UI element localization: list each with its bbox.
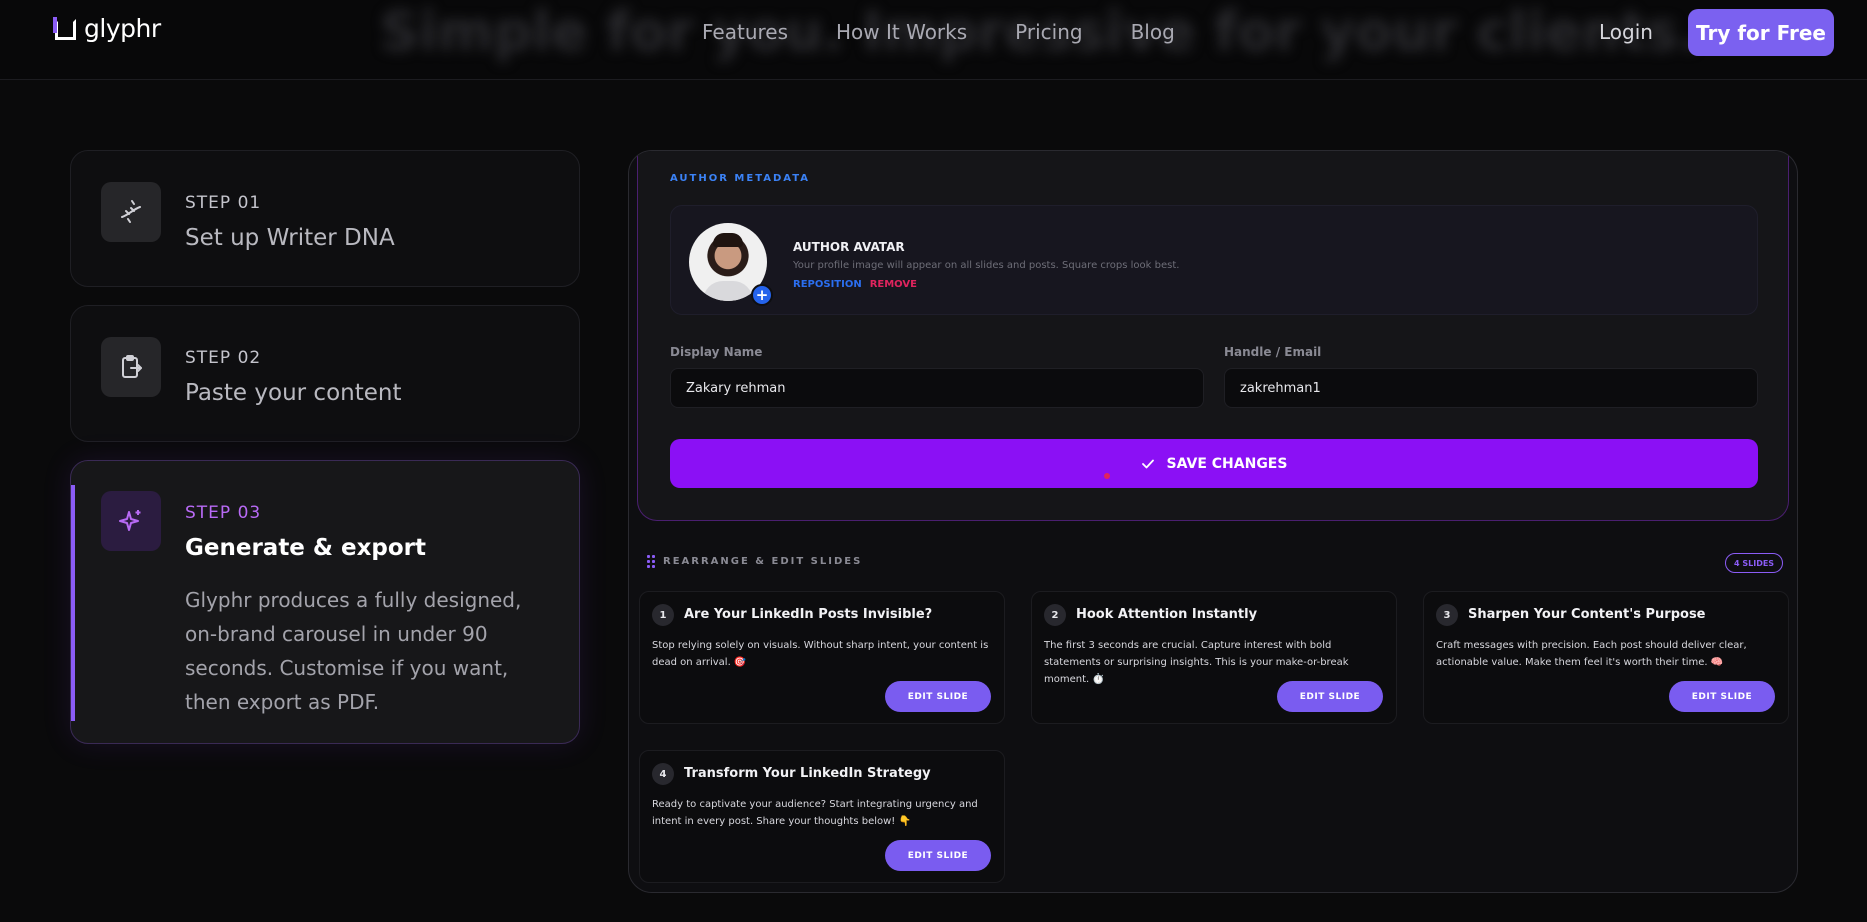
top-nav: glyphr Simple for you. Impressive for yo… bbox=[0, 0, 1867, 80]
rearrange-title: REARRANGE & EDIT SLIDES bbox=[663, 555, 863, 567]
avatar-actions: REPOSITION REMOVE bbox=[793, 279, 917, 290]
cursor-dot bbox=[1104, 473, 1110, 479]
slide-number: 1 bbox=[652, 604, 674, 626]
logo[interactable]: glyphr bbox=[53, 14, 161, 43]
step-title: Paste your content bbox=[185, 380, 402, 406]
save-changes-button[interactable]: SAVE CHANGES bbox=[670, 439, 1758, 488]
edit-slide-button[interactable]: EDIT SLIDE bbox=[1669, 681, 1775, 712]
section-label: AUTHOR METADATA bbox=[670, 173, 811, 184]
step-number: STEP 02 bbox=[185, 348, 262, 368]
display-name-field[interactable]: Zakary rehman bbox=[670, 368, 1204, 408]
step-title: Generate & export bbox=[185, 535, 427, 561]
edit-slide-button[interactable]: EDIT SLIDE bbox=[885, 840, 991, 871]
slide-card-4[interactable]: 4 Transform Your LinkedIn Strategy Ready… bbox=[639, 750, 1005, 883]
author-metadata-section: AUTHOR METADATA + AUTHOR AVATAR Your pro… bbox=[637, 151, 1789, 521]
drag-grip-icon bbox=[647, 555, 655, 568]
slide-title: Sharpen Your Content's Purpose bbox=[1468, 607, 1706, 622]
carousel-editor-panel: AUTHOR METADATA + AUTHOR AVATAR Your pro… bbox=[628, 150, 1798, 893]
step-card-3[interactable]: STEP 03 Generate & export Glyphr produce… bbox=[70, 460, 580, 744]
sparkle-icon bbox=[119, 510, 141, 531]
step-title: Set up Writer DNA bbox=[185, 225, 395, 251]
handle-label: Handle / Email bbox=[1224, 345, 1322, 359]
step-description: Glyphr produces a fully designed, on-bra… bbox=[185, 588, 522, 714]
nav-link-blog[interactable]: Blog bbox=[1131, 20, 1175, 44]
step-card-2[interactable]: STEP 02 Paste your content bbox=[70, 305, 580, 442]
dna-icon bbox=[121, 200, 141, 223]
slide-card-2[interactable]: 2 Hook Attention Instantly The first 3 s… bbox=[1031, 591, 1397, 724]
reposition-button[interactable]: REPOSITION bbox=[793, 279, 862, 290]
slide-description: Ready to captivate your audience? Start … bbox=[652, 799, 978, 827]
slide-description: Craft messages with precision. Each post… bbox=[1436, 640, 1747, 668]
display-name-label: Display Name bbox=[670, 345, 763, 359]
active-step-indicator bbox=[71, 485, 75, 721]
step-icon-box bbox=[101, 182, 161, 242]
slide-title: Transform Your LinkedIn Strategy bbox=[684, 766, 931, 781]
avatar-title: AUTHOR AVATAR bbox=[793, 240, 905, 254]
clipboard-export-icon bbox=[122, 355, 142, 378]
step-icon-box bbox=[101, 337, 161, 397]
nav-links: Features How It Works Pricing Blog bbox=[702, 20, 1175, 44]
slide-title: Are Your LinkedIn Posts Invisible? bbox=[684, 607, 933, 622]
try-for-free-button[interactable]: Try for Free bbox=[1688, 9, 1834, 56]
rearrange-header: REARRANGE & EDIT SLIDES bbox=[647, 555, 863, 568]
nav-link-how-it-works[interactable]: How It Works bbox=[836, 20, 967, 44]
step-number: STEP 03 bbox=[185, 503, 262, 523]
slide-number: 3 bbox=[1436, 604, 1458, 626]
author-avatar-card: + AUTHOR AVATAR Your profile image will … bbox=[670, 205, 1758, 315]
edit-slide-button[interactable]: EDIT SLIDE bbox=[885, 681, 991, 712]
logo-text: glyphr bbox=[84, 14, 161, 43]
add-avatar-icon[interactable]: + bbox=[751, 284, 773, 306]
handle-field[interactable]: zakrehman1 bbox=[1224, 368, 1758, 408]
avatar-description: Your profile image will appear on all sl… bbox=[793, 260, 1180, 271]
step-number: STEP 01 bbox=[185, 193, 262, 213]
step-icon-box bbox=[101, 491, 161, 551]
slide-title: Hook Attention Instantly bbox=[1076, 607, 1258, 622]
slide-count-badge: 4 SLIDES bbox=[1725, 553, 1784, 573]
slide-card-1[interactable]: 1 Are Your LinkedIn Posts Invisible? Sto… bbox=[639, 591, 1005, 724]
nav-link-features[interactable]: Features bbox=[702, 20, 788, 44]
login-link[interactable]: Login bbox=[1599, 20, 1653, 44]
slide-number: 4 bbox=[652, 763, 674, 785]
step-card-1[interactable]: STEP 01 Set up Writer DNA bbox=[70, 150, 580, 287]
slide-description: Stop relying solely on visuals. Without … bbox=[652, 640, 989, 668]
nav-link-pricing[interactable]: Pricing bbox=[1015, 20, 1082, 44]
slide-number: 2 bbox=[1044, 604, 1066, 626]
remove-button[interactable]: REMOVE bbox=[870, 279, 917, 290]
slide-card-3[interactable]: 3 Sharpen Your Content's Purpose Craft m… bbox=[1423, 591, 1789, 724]
check-icon bbox=[1141, 459, 1154, 468]
edit-slide-button[interactable]: EDIT SLIDE bbox=[1277, 681, 1383, 712]
save-changes-label: SAVE CHANGES bbox=[1166, 455, 1288, 472]
logo-mark-icon bbox=[53, 17, 76, 40]
